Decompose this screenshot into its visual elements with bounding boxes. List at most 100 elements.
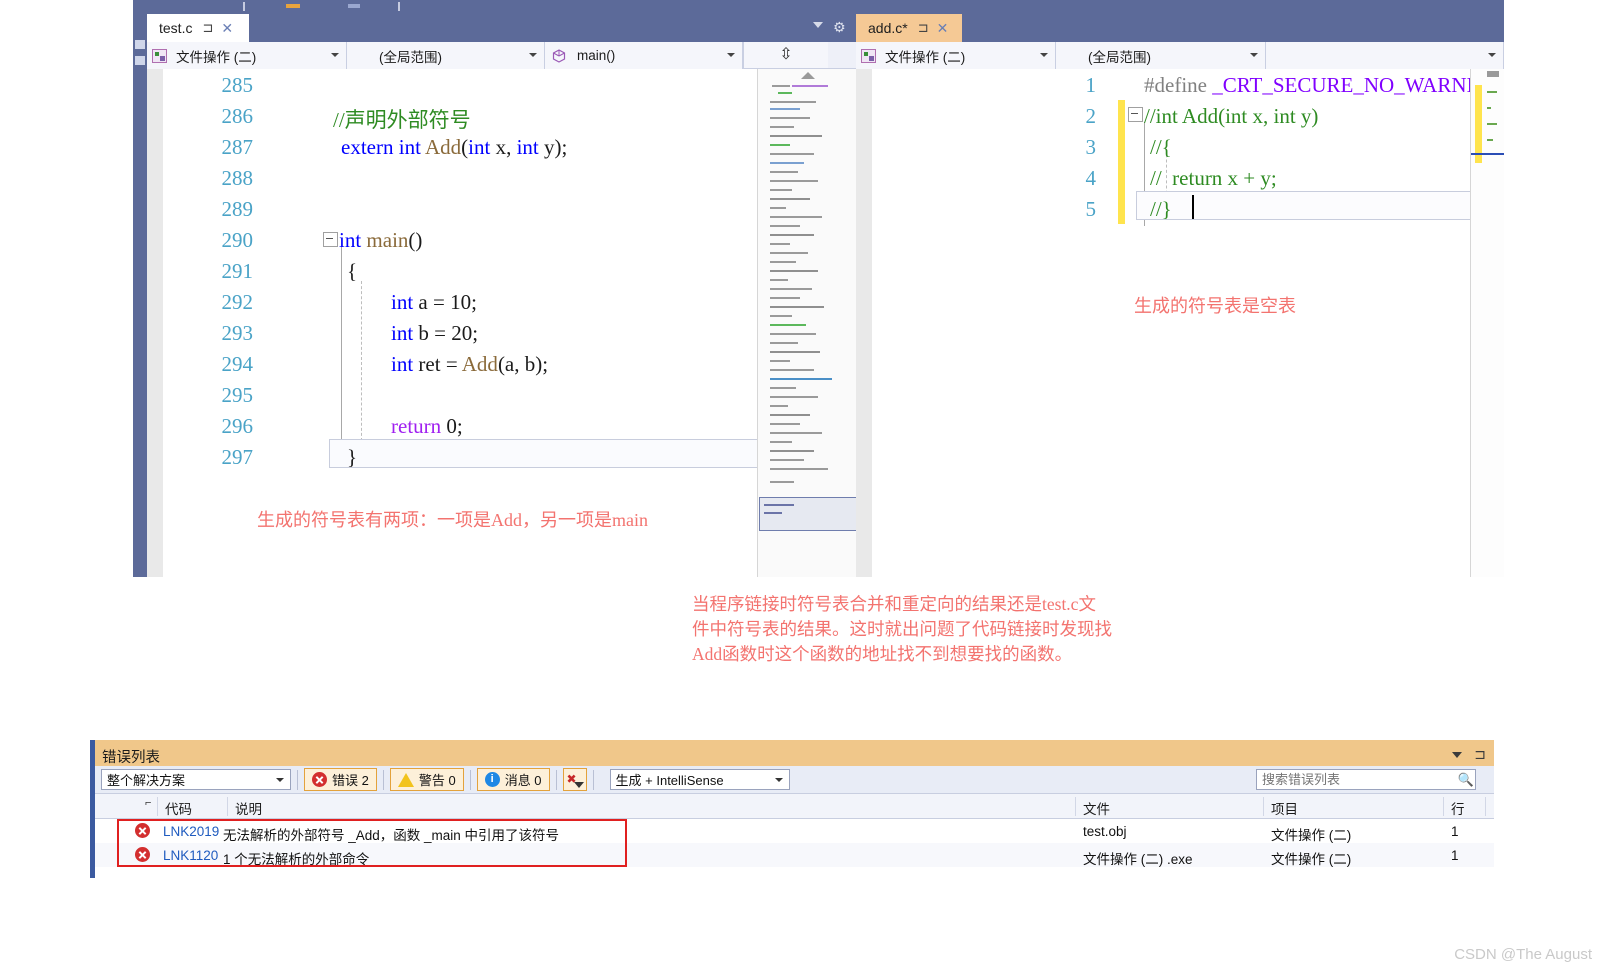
editor-pane-left: 文件操作 (二) (全局范围) main() ⇳ 285 286 287 288… [147,42,891,577]
column-separator[interactable] [1263,797,1264,816]
cell-line: 1 [1451,824,1459,839]
window-top-strip [133,0,1504,14]
chevron-down-icon[interactable] [813,22,823,28]
column-header-project[interactable]: 项目 [1271,798,1298,818]
minimap-line [1487,123,1497,125]
line-number: 5 [1085,197,1097,221]
column-header-line[interactable]: 行 [1451,798,1465,818]
column-separator[interactable] [157,797,158,816]
column-separator[interactable] [227,797,228,816]
annotation-highlight-box [117,819,627,867]
fold-toggle-icon[interactable] [1128,107,1143,122]
warnings-toggle-button[interactable]: 警告 0 [389,768,464,791]
minimap-line [770,387,796,389]
code-line: //声明外部符号 [333,108,471,132]
cell-file: test.obj [1083,824,1127,839]
close-icon[interactable]: ✕ [221,20,233,37]
member-combo-label: main() [577,48,616,63]
minimap-line [770,162,804,164]
project-combo-right[interactable]: 文件操作 (二) [856,42,1056,69]
column-options-icon[interactable]: ⌐ [145,797,151,809]
line-number: 2 [1085,104,1097,128]
clear-filter-button[interactable]: ✖ [562,768,587,791]
split-window-icon: ⇳ [779,46,793,63]
close-icon[interactable]: ✕ [937,20,949,37]
minimap-line [770,198,810,200]
code-line: extern int Add(int x, int y); [341,135,568,159]
minimap-line [770,432,822,434]
minimap-line [770,441,792,443]
indent-guide [361,281,362,441]
minimap-line [770,423,800,425]
minimap-line [770,396,818,398]
tab-add-c[interactable]: add.c* ⊐ ✕ [856,14,962,42]
minimap-line [770,405,788,407]
code-line: return 0; [391,414,463,438]
pin-icon[interactable]: ⊐ [1474,746,1486,763]
minimap-scroll-thumb[interactable] [1487,71,1499,77]
minimap-line [770,414,810,416]
filter-caret-icon [573,782,584,788]
minimap-line [770,369,814,371]
info-icon: i [484,772,500,787]
fold-toggle-icon[interactable] [323,232,338,247]
warnings-count-label: 警告 0 [418,773,456,788]
scope-combo-label: (全局范围) [1088,49,1151,65]
minimap-line [770,450,814,452]
gear-icon[interactable]: ⚙ [833,19,846,36]
cell-line: 1 [1451,848,1459,863]
minimap-line [770,234,814,236]
scope-combo-right[interactable]: (全局范围) [1056,42,1266,69]
minimap-left[interactable] [757,69,858,577]
search-icon[interactable]: 🔍 [1457,772,1475,788]
toolbar-separator [592,769,594,790]
minimap-line [770,144,790,146]
member-combo-right[interactable] [1266,42,1504,69]
column-separator[interactable] [1075,797,1076,816]
build-filter-combo[interactable]: 生成 + IntelliSense [609,769,790,790]
project-combo-label: 文件操作 (二) [176,49,257,65]
annotation-left: 生成的符号表有两项：一项是Add，另一项是main [257,510,648,530]
minimap-line [770,270,818,272]
minimap-right[interactable] [1470,69,1504,577]
project-combo-left[interactable]: 文件操作 (二) [147,42,347,69]
column-separator[interactable] [1485,797,1486,816]
column-header-description[interactable]: 说明 [235,798,262,818]
error-icon [312,772,327,787]
search-input[interactable] [1257,771,1457,788]
annotation-right: 生成的符号表是空表 [1134,296,1296,316]
chevron-down-icon[interactable] [1452,751,1463,758]
search-error-list[interactable]: 🔍 [1256,769,1476,790]
strip-tick [398,2,400,11]
line-number: 296 [221,414,254,438]
member-combo-left[interactable]: main() [545,42,743,69]
code-line: //} [1150,197,1172,221]
messages-toggle-button[interactable]: i 消息 0 [476,768,550,791]
scope-combo-left[interactable]: (全局范围) [347,42,545,69]
pin-icon[interactable]: ⊐ [202,20,213,36]
minimap-line [770,360,790,362]
rail-icon[interactable] [135,40,145,49]
code-line: //{ [1150,135,1172,159]
tab-test-c[interactable]: test.c ⊐ ✕ [147,14,249,42]
minimap-line [1487,91,1497,93]
line-number: 294 [221,352,254,376]
column-header-code[interactable]: 代码 [165,798,192,818]
code-area-left[interactable]: 285 286 287 288 289 290 291 292 293 294 … [163,69,891,577]
screenshot-root: test.c ⊐ ✕ ⚙ 文件操作 (二) (全局范围) main() ⇳ 28… [0,0,1604,973]
toolbar-separator [555,769,557,790]
minimap-scroll-up-icon[interactable] [801,72,815,79]
code-area-right[interactable]: 1 2 3 4 5 #define _CRT_SECURE_NO_WARNING… [872,69,1504,577]
minimap-line [770,117,810,119]
rail-icon[interactable] [135,56,145,65]
errors-toggle-button[interactable]: 错误 2 [304,768,377,791]
chevron-down-icon [774,778,783,782]
scope-filter-combo[interactable]: 整个解决方案 [101,769,291,790]
column-header-file[interactable]: 文件 [1083,798,1110,818]
column-separator[interactable] [1443,797,1444,816]
pin-icon[interactable]: ⊐ [918,20,929,36]
line-number: 288 [221,166,254,190]
split-window-button[interactable]: ⇳ [743,42,828,68]
minimap-viewport[interactable] [759,497,857,531]
line-number: 293 [221,321,254,345]
